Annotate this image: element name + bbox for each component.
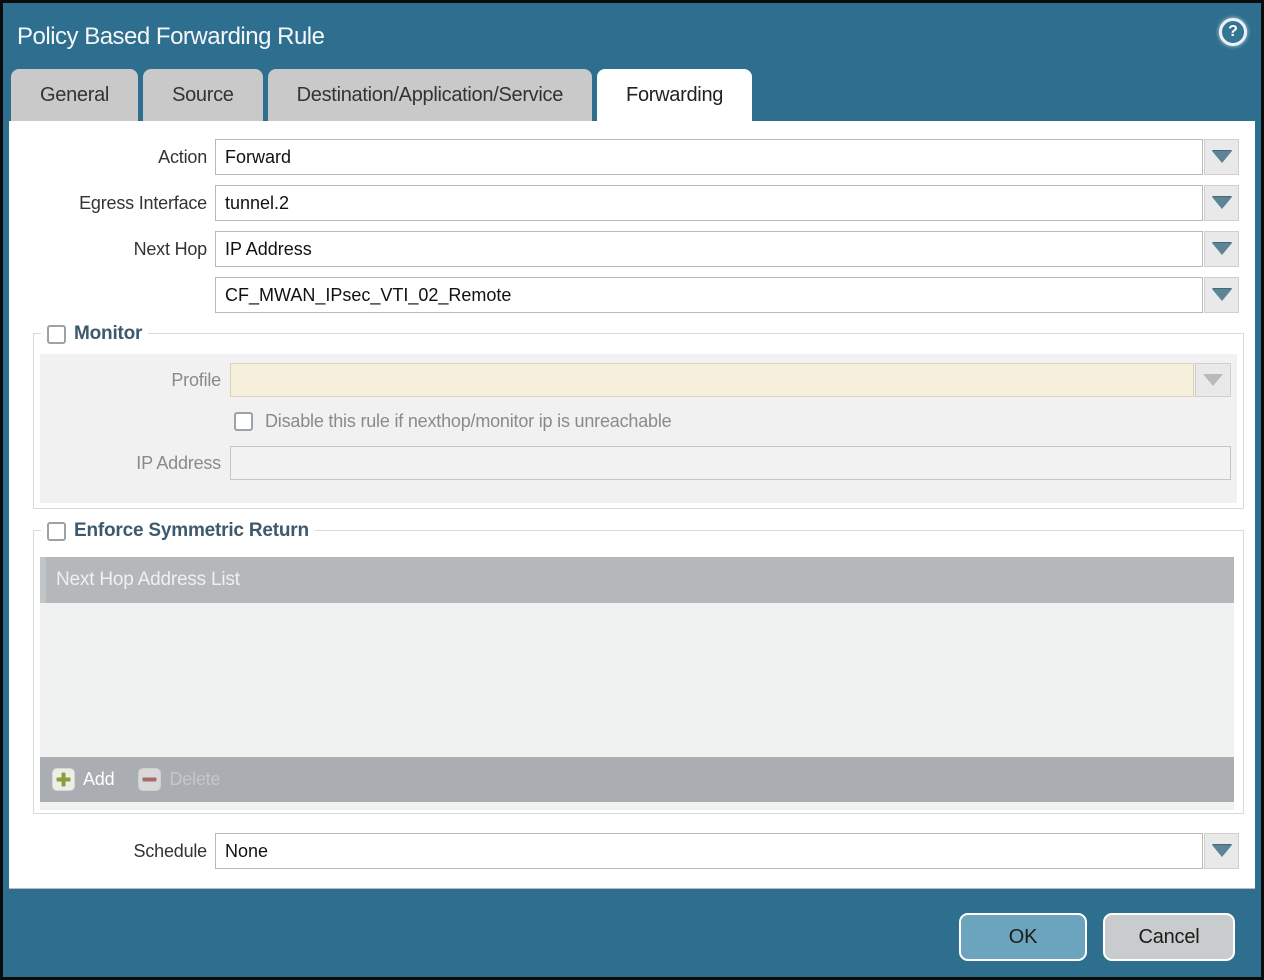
next-hop-label: Next Hop — [9, 239, 215, 260]
monitor-group: Monitor Profile Disable this rule if nex… — [33, 333, 1244, 509]
profile-label: Profile — [40, 370, 230, 391]
ok-button[interactable]: OK — [959, 913, 1087, 961]
monitor-legend: Monitor — [41, 323, 148, 345]
disable-rule-label: Disable this rule if nexthop/monitor ip … — [265, 411, 671, 432]
monitor-ip-address-row: IP Address — [40, 446, 1237, 480]
tab-bar: General Source Destination/Application/S… — [3, 69, 1261, 121]
profile-select — [230, 363, 1194, 397]
monitor-panel: Profile Disable this rule if nexthop/mon… — [40, 354, 1237, 503]
dialog-title: Policy Based Forwarding Rule — [17, 23, 324, 51]
schedule-row: Schedule None — [9, 833, 1255, 869]
next-hop-dropdown-button[interactable] — [1204, 231, 1239, 267]
enforce-symmetric-return-checkbox[interactable] — [47, 522, 66, 541]
help-icon[interactable]: ? — [1219, 18, 1247, 46]
next-hop-type-select[interactable]: IP Address — [215, 231, 1203, 267]
monitor-legend-label: Monitor — [74, 323, 142, 345]
tab-destination-application-service[interactable]: Destination/Application/Service — [268, 69, 592, 121]
cancel-button[interactable]: Cancel — [1103, 913, 1235, 961]
monitor-ip-address-label: IP Address — [40, 453, 230, 474]
plus-icon — [52, 768, 75, 791]
action-label: Action — [9, 147, 215, 168]
chevron-down-icon — [1212, 845, 1232, 857]
chevron-down-icon — [1212, 289, 1232, 301]
action-row: Action Forward — [9, 139, 1255, 175]
schedule-label: Schedule — [9, 841, 215, 862]
action-select[interactable]: Forward — [215, 139, 1203, 175]
chevron-down-icon — [1212, 243, 1232, 255]
egress-interface-row: Egress Interface tunnel.2 — [9, 185, 1255, 221]
profile-row: Profile — [40, 363, 1237, 397]
next-hop-address-select[interactable]: CF_MWAN_IPsec_VTI_02_Remote — [215, 277, 1203, 313]
delete-button: Delete — [138, 768, 220, 791]
next-hop-address-list-table: Next Hop Address List Add — [40, 557, 1234, 810]
next-hop-address-list-toolbar: Add Delete — [40, 757, 1234, 802]
egress-interface-select[interactable]: tunnel.2 — [215, 185, 1203, 221]
dialog-titlebar: Policy Based Forwarding Rule ? — [3, 3, 1261, 69]
enforce-symmetric-return-legend: Enforce Symmetric Return — [41, 520, 315, 542]
delete-button-label: Delete — [169, 769, 220, 790]
next-hop-row: Next Hop IP Address — [9, 231, 1255, 267]
chevron-down-icon — [1212, 151, 1232, 163]
policy-based-forwarding-rule-dialog: Policy Based Forwarding Rule ? General S… — [0, 0, 1264, 980]
forwarding-tab-panel: Action Forward Egress Interface tunnel.2… — [9, 121, 1255, 889]
profile-dropdown-button — [1195, 363, 1231, 397]
add-button[interactable]: Add — [52, 768, 114, 791]
monitor-ip-address-input — [230, 446, 1231, 480]
monitor-checkbox[interactable] — [47, 325, 66, 344]
dialog-footer: OK Cancel — [3, 889, 1261, 975]
tab-forwarding[interactable]: Forwarding — [597, 69, 752, 121]
next-hop-address-row: CF_MWAN_IPsec_VTI_02_Remote — [9, 277, 1255, 313]
schedule-dropdown-button[interactable] — [1204, 833, 1239, 869]
chevron-down-icon — [1203, 374, 1223, 386]
disable-rule-row: Disable this rule if nexthop/monitor ip … — [234, 410, 1237, 433]
enforce-symmetric-return-label: Enforce Symmetric Return — [74, 520, 309, 542]
add-button-label: Add — [83, 769, 114, 790]
chevron-down-icon — [1212, 197, 1232, 209]
enforce-symmetric-return-group: Enforce Symmetric Return Next Hop Addres… — [33, 530, 1244, 814]
egress-interface-dropdown-button[interactable] — [1204, 185, 1239, 221]
table-bottom-strip — [40, 802, 1234, 810]
next-hop-address-list-body[interactable] — [40, 603, 1234, 757]
tab-source[interactable]: Source — [143, 69, 263, 121]
next-hop-address-dropdown-button[interactable] — [1204, 277, 1239, 313]
schedule-select[interactable]: None — [215, 833, 1203, 869]
tab-general[interactable]: General — [11, 69, 138, 121]
next-hop-address-list-header[interactable]: Next Hop Address List — [40, 557, 1234, 603]
minus-icon — [138, 768, 161, 791]
action-dropdown-button[interactable] — [1204, 139, 1239, 175]
disable-rule-checkbox — [234, 412, 253, 431]
egress-interface-label: Egress Interface — [9, 193, 215, 214]
